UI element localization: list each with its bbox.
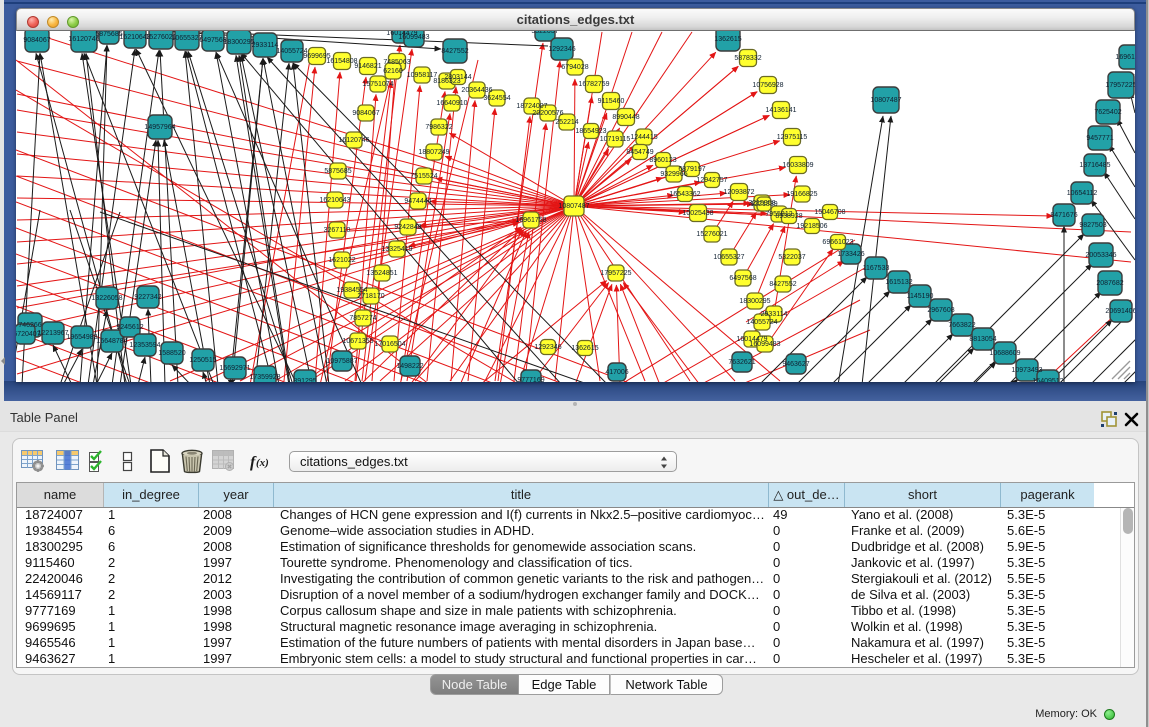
svg-text:(x): (x) (256, 457, 269, 469)
